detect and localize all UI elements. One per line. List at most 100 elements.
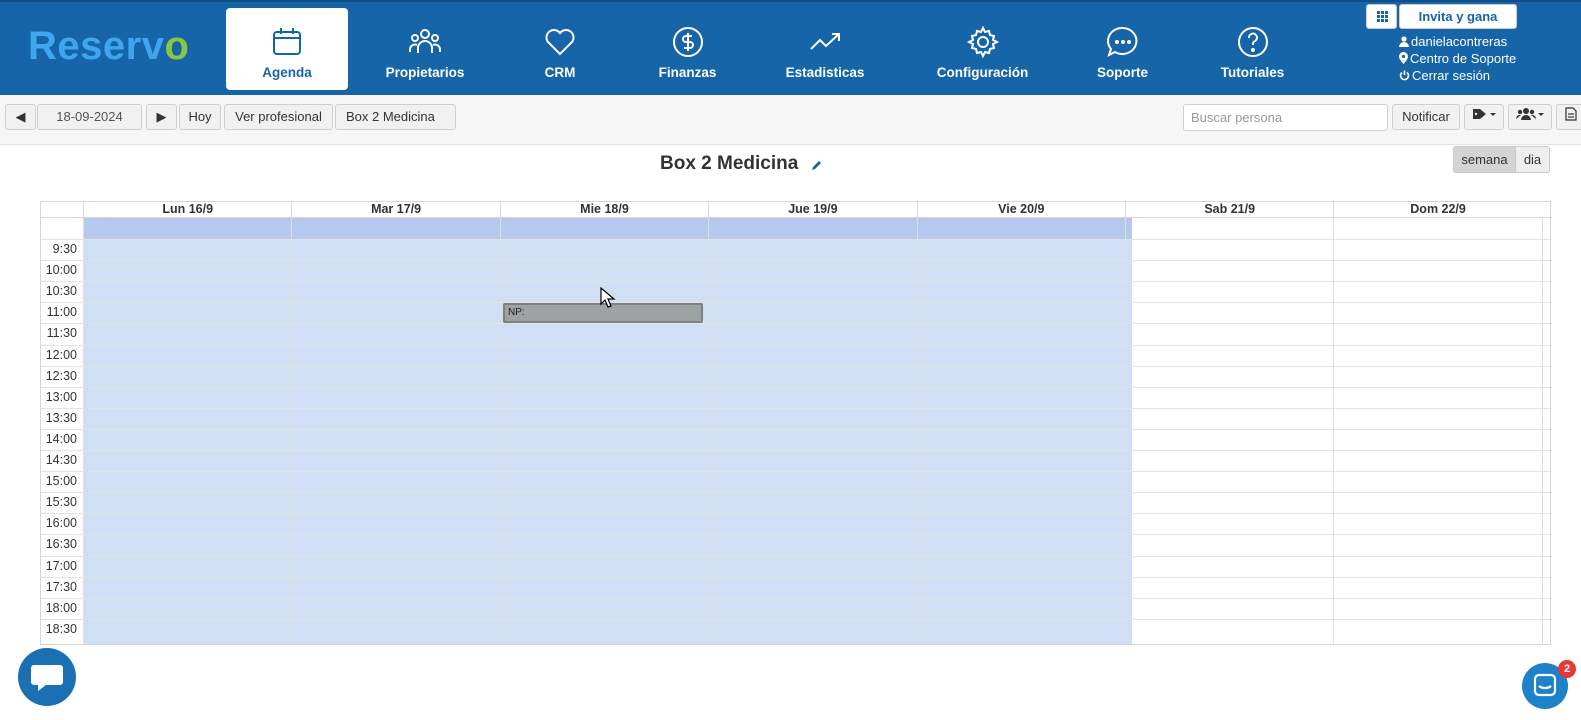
time-label: 15:30	[45, 495, 77, 510]
nav-item-finanzas[interactable]: Finanzas	[640, 8, 735, 90]
working-hours-allday-strip	[83, 217, 1132, 239]
notify-button[interactable]: Notificar	[1392, 104, 1460, 130]
mouse-cursor	[600, 287, 616, 308]
heart-icon	[545, 29, 575, 56]
time-label: 11:30	[46, 326, 77, 341]
nav-item-agenda[interactable]: Agenda	[226, 8, 348, 90]
nav-item-soporte[interactable]: Soporte	[1080, 8, 1165, 90]
apps-grid-button[interactable]	[1366, 4, 1397, 29]
username-text: danielacontreras	[1411, 34, 1508, 49]
time-label: 11:00	[46, 305, 77, 320]
time-label: 14:00	[45, 431, 77, 446]
tags-dropdown-button[interactable]	[1464, 104, 1504, 130]
nav-item-propietarios[interactable]: Propietarios	[370, 8, 480, 90]
time-row-line	[41, 534, 1552, 536]
view-professional-button[interactable]: Ver profesional	[224, 104, 333, 130]
day-view-button[interactable]: dia	[1515, 146, 1550, 173]
calendar-toolbar: ◀ 18-09-2024 ▶ Hoy Ver profesional Box 2…	[0, 95, 1581, 145]
time-label: 10:00	[45, 263, 77, 278]
time-row-line	[41, 281, 1552, 283]
time-label: 17:00	[45, 558, 77, 573]
support-center-text: Centro de Soporte	[1410, 51, 1517, 66]
time-label: 15:00	[45, 474, 77, 489]
time-row-line	[41, 386, 1552, 388]
chat-icon	[1106, 26, 1137, 57]
nav-item-configuracion[interactable]: Configuración	[925, 8, 1040, 90]
pencil-icon[interactable]	[810, 159, 823, 172]
header-row-line	[41, 217, 1552, 218]
dollar-icon	[672, 27, 703, 57]
day-header[interactable]: Mar 17/9	[291, 202, 499, 217]
day-header[interactable]: Dom 22/9	[1333, 202, 1541, 217]
resource-select[interactable]: Box 2 Medicina	[335, 104, 456, 130]
nav-label-agenda: Agenda	[262, 65, 312, 80]
day-header[interactable]: Lun 16/9	[83, 202, 291, 217]
user-icon	[1399, 36, 1409, 47]
reservo-logo[interactable]: Reservo	[28, 24, 189, 69]
date-picker[interactable]: 18-09-2024	[37, 104, 142, 130]
document-icon	[1565, 107, 1577, 121]
username-link[interactable]: danielacontreras	[1399, 33, 1516, 50]
invite-button[interactable]: Invita y gana	[1399, 4, 1517, 29]
nav-label-finanzas: Finanzas	[658, 65, 717, 80]
chat-bubble-icon	[31, 665, 63, 691]
search-person-input[interactable]	[1183, 104, 1388, 131]
gear-icon	[966, 25, 999, 59]
time-row-line	[41, 365, 1552, 367]
time-row-line	[41, 260, 1552, 262]
power-icon	[1399, 70, 1410, 81]
time-label: 16:30	[45, 537, 77, 552]
trend-icon	[810, 33, 840, 50]
nav-label-configuracion: Configuración	[936, 65, 1029, 80]
time-row-line	[41, 239, 1552, 240]
time-row-line	[41, 513, 1552, 515]
users-icon	[409, 29, 441, 53]
day-header[interactable]: Sab 21/9	[1125, 202, 1333, 217]
nav-label-soporte: Soporte	[1096, 65, 1148, 80]
time-label: 16:00	[45, 516, 77, 531]
nav-label-propietarios: Propietarios	[385, 65, 465, 80]
time-row-line	[41, 450, 1552, 451]
time-label: 9:30	[52, 242, 77, 256]
prev-week-button[interactable]: ◀	[5, 104, 36, 130]
logo-text: Reserv	[28, 24, 165, 68]
support-center-link[interactable]: Centro de Soporte	[1399, 50, 1516, 67]
time-row-line	[41, 597, 1552, 599]
week-view-button[interactable]: semana	[1453, 146, 1516, 173]
nav-item-crm[interactable]: CRM	[520, 8, 600, 90]
time-row-line	[41, 471, 1552, 473]
today-button[interactable]: Hoy	[179, 104, 221, 130]
time-row-line	[41, 344, 1552, 346]
grid-icon	[1377, 11, 1388, 22]
nav-item-tutoriales[interactable]: Tutoriales	[1205, 8, 1300, 90]
day-header[interactable]: Mie 18/9	[499, 202, 708, 217]
top-navigation-bar: Reservo Agenda Propietarios CRM Finanzas…	[0, 0, 1581, 95]
tag-icon	[1473, 109, 1496, 119]
logo-check: o	[164, 24, 190, 68]
map-marker-icon	[1399, 52, 1408, 64]
time-row-line	[41, 492, 1552, 494]
calendar-icon	[273, 28, 301, 55]
logout-link[interactable]: Cerrar sesión	[1399, 67, 1516, 84]
help-icon	[1237, 27, 1268, 57]
time-label: 13:30	[45, 410, 77, 425]
time-row-line	[41, 407, 1552, 409]
time-row-line	[41, 618, 1552, 620]
chat-widget-button[interactable]	[18, 648, 76, 706]
users-group-icon	[1515, 108, 1544, 120]
next-week-button[interactable]: ▶	[146, 104, 177, 130]
groups-dropdown-button[interactable]	[1508, 104, 1552, 130]
document-button[interactable]	[1556, 104, 1581, 130]
day-header[interactable]: Jue 19/9	[708, 202, 916, 217]
nav-label-crm: CRM	[544, 65, 576, 80]
nav-label-estadisticas: Estadisticas	[785, 65, 865, 80]
time-row-line	[41, 576, 1552, 578]
calendar-title: Box 2 Medicina	[660, 153, 799, 174]
nav-label-tutoriales: Tutoriales	[1220, 65, 1285, 80]
time-label: 12:00	[45, 347, 77, 362]
time-row-line	[41, 323, 1552, 325]
time-label: 14:30	[45, 453, 77, 467]
nav-item-estadisticas[interactable]: Estadisticas	[775, 8, 875, 90]
time-row-line	[41, 428, 1552, 430]
day-header[interactable]: Vie 20/9	[916, 202, 1125, 217]
